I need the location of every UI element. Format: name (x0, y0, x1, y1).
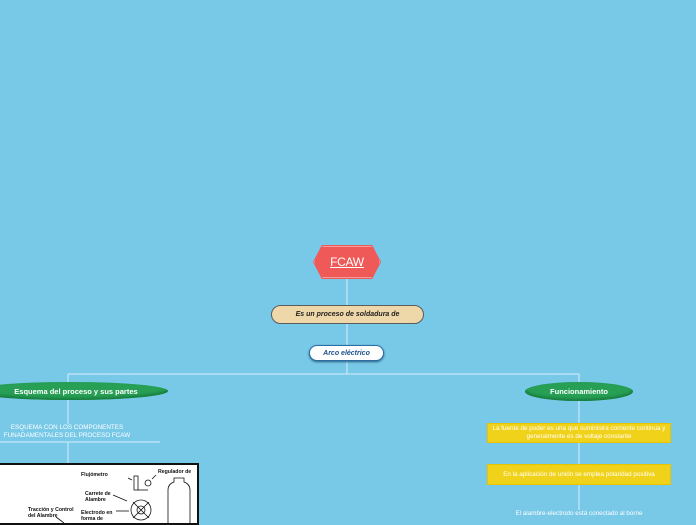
root-label: FCAW (330, 255, 364, 269)
branch-right-label: Funcionamiento (550, 387, 608, 396)
branch-left-label: Esquema del proceso y sus partes (14, 386, 138, 396)
item-text: En la aplicación de unión se emplea pola… (503, 470, 655, 478)
definition-node[interactable]: Es un proceso de soldadura de (271, 305, 424, 324)
item-fuente-de-poder[interactable]: La fuente de poder es una que suministra… (487, 423, 671, 443)
label-electrode: Electrodo en forma de (81, 510, 113, 522)
subtype-label: Arco eléctrico (323, 349, 370, 357)
label-flowmeter: Flujómetro (81, 472, 108, 478)
subtype-node[interactable]: Arco eléctrico (309, 345, 384, 361)
item-polaridad[interactable]: En la aplicación de unión se emplea pola… (487, 464, 671, 485)
label-traction: Tracción y Control del Alambre (28, 507, 74, 519)
root-node-fcaw[interactable]: FCAW (313, 245, 381, 279)
item-text: La fuente de poder es una que suministra… (492, 425, 666, 440)
fcaw-schematic-figure: Flujómetro Regulador de Carrete de Alamb… (0, 463, 199, 525)
branch-node-funcionamiento[interactable]: Funcionamiento (525, 382, 633, 401)
definition-label: Es un proceso de soldadura de (295, 311, 400, 318)
figure-caption: ESQUEMA CON LOS COMPONENTES FUNADAMENTAL… (3, 424, 131, 439)
label-regulator: Regulador de (158, 469, 192, 475)
item-alambre-electrodo[interactable]: El alambre-electrodo está conectado al b… (487, 510, 671, 518)
label-spool: Carrete de Alambre (85, 491, 111, 503)
